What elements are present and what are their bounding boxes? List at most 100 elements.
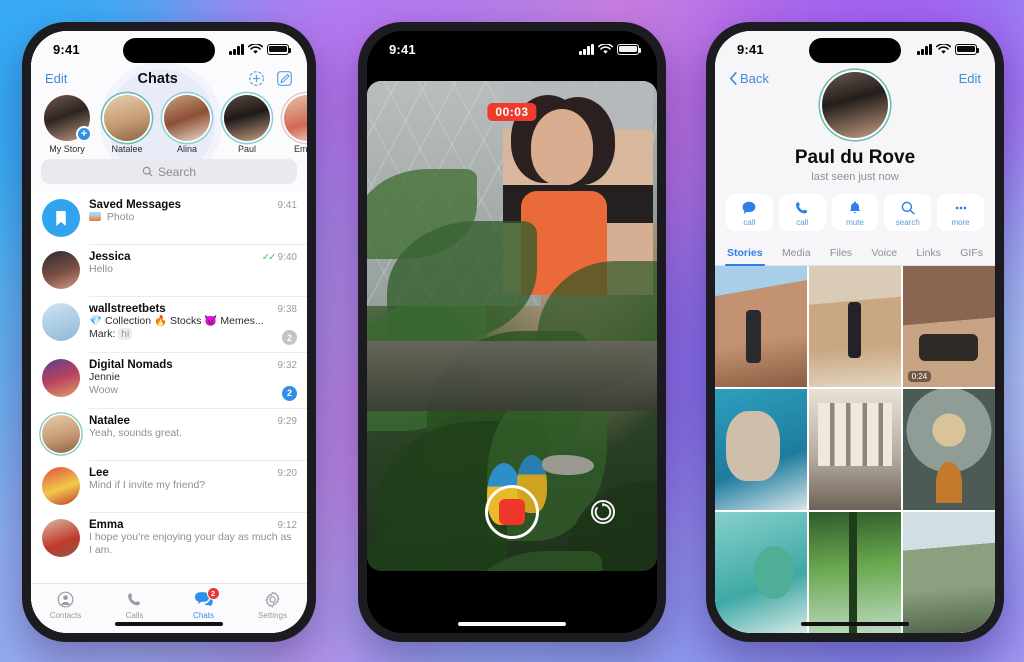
mute-button[interactable]: mute: [831, 194, 879, 231]
avatar: [42, 251, 80, 289]
table-row[interactable]: Saved Messages 9:41 Photo: [31, 192, 307, 244]
home-indicator: [801, 622, 909, 626]
avatar: [42, 303, 80, 341]
avatar: [42, 414, 80, 453]
chat-name: Digital Nomads: [89, 359, 173, 372]
camera-screen[interactable]: 9:41 00:03: [367, 31, 657, 633]
story-item-natalee[interactable]: Natalee: [101, 95, 153, 154]
chat-preview: I hope you’re enjoying your day as much …: [89, 530, 292, 556]
bell-icon: [849, 201, 861, 214]
photo-thumb-icon: [89, 212, 101, 221]
back-button[interactable]: Back: [729, 71, 769, 86]
avatar: [224, 95, 270, 141]
table-row[interactable]: wallstreetbets 9:38 💎 Collection 🔥 Stock…: [31, 296, 307, 352]
story-item-paul[interactable]: Paul: [221, 95, 273, 154]
chat-name: Lee: [89, 466, 109, 479]
chat-topics: 💎 Collection 🔥 Stocks 😈 Memes...: [89, 315, 264, 327]
action-label: more: [951, 218, 970, 227]
list-item[interactable]: [715, 511, 808, 633]
tab-media[interactable]: Media: [780, 240, 813, 265]
add-story-plus-icon[interactable]: +: [76, 126, 92, 142]
dynamic-island: [809, 38, 901, 63]
story-item-alina[interactable]: Alina: [161, 95, 213, 154]
tab-settings[interactable]: Settings: [238, 589, 307, 620]
search-input[interactable]: Search: [41, 159, 297, 184]
flip-camera-icon[interactable]: [591, 500, 615, 524]
wifi-icon: [936, 43, 951, 54]
story-item-my-story[interactable]: + My Story: [41, 95, 93, 154]
search-icon: [901, 201, 915, 215]
add-story-icon[interactable]: [248, 70, 265, 87]
profile-screen: 9:41 Back Edit Paul du Rove last seen ju…: [715, 31, 995, 633]
stories-row[interactable]: + My Story Natalee Alina Paul Em: [31, 89, 307, 157]
unread-badge: 2: [282, 385, 297, 401]
chats-nav-bar: Edit Chats: [31, 67, 307, 89]
tab-label: Settings: [258, 611, 287, 620]
more-button[interactable]: more: [937, 194, 984, 231]
avatar: [42, 518, 80, 557]
battery-icon: [955, 43, 980, 55]
camera-viewfinder[interactable]: 00:03: [367, 81, 657, 571]
profile-action-row[interactable]: call call mute search more: [715, 183, 995, 240]
bookmark-icon: [42, 199, 80, 237]
stop-icon: [499, 499, 525, 525]
tab-calls[interactable]: Calls: [100, 589, 169, 620]
back-label: Back: [740, 71, 769, 86]
media-grid[interactable]: 0:24: [715, 266, 995, 633]
tab-voice[interactable]: Voice: [869, 240, 899, 265]
message-button[interactable]: call: [726, 194, 773, 231]
call-button[interactable]: call: [778, 194, 826, 231]
contacts-icon: [31, 589, 100, 609]
chat-name: Saved Messages: [89, 199, 182, 211]
tab-badge: 2: [206, 587, 220, 600]
profile-tab-bar[interactable]: Stories Media Files Voice Links GIFs: [715, 240, 995, 267]
chat-list[interactable]: Saved Messages 9:41 Photo Jessica ✓✓ 9:4…: [31, 192, 307, 583]
list-item[interactable]: [808, 266, 902, 388]
home-indicator: [115, 622, 223, 626]
phone-camera: 9:41 00:03: [358, 22, 666, 642]
list-item[interactable]: [808, 388, 902, 511]
avatar[interactable]: [822, 72, 888, 138]
list-item[interactable]: 0:24: [902, 266, 995, 388]
table-row[interactable]: Natalee 9:29 Yeah, sounds great.: [31, 407, 307, 460]
tab-links[interactable]: Links: [914, 240, 943, 265]
chat-time: 9:40: [277, 252, 297, 263]
table-row[interactable]: Jessica ✓✓ 9:40 Hello: [31, 244, 307, 296]
story-item-emma[interactable]: Emma: [281, 95, 307, 154]
story-label: Alina: [176, 144, 197, 154]
story-label: Emma: [293, 144, 307, 154]
table-row[interactable]: Digital Nomads 9:32 Jennie Woow 2: [31, 352, 307, 407]
chat-name: Jessica: [89, 251, 131, 263]
page-title: Chats: [137, 70, 178, 87]
list-item[interactable]: [902, 511, 995, 633]
tab-contacts[interactable]: Contacts: [31, 589, 100, 620]
edit-button[interactable]: Edit: [45, 71, 67, 86]
chat-preview: Mind if I invite my friend?: [89, 478, 206, 491]
tab-gifs[interactable]: GIFs: [958, 240, 985, 265]
phone-icon: [100, 589, 169, 609]
stop-recording-button[interactable]: [485, 485, 539, 539]
tab-files[interactable]: Files: [828, 240, 854, 265]
story-label: Paul: [237, 144, 256, 154]
avatar: [42, 466, 80, 505]
list-item[interactable]: [715, 388, 808, 511]
list-item[interactable]: [808, 511, 902, 633]
chat-preview: Photo: [106, 211, 135, 223]
profile-status: last seen just now: [811, 171, 899, 183]
table-row[interactable]: Emma 9:12 I hope you’re enjoying your da…: [31, 511, 307, 564]
gear-icon: [238, 589, 307, 609]
compose-icon[interactable]: [276, 70, 293, 87]
chat-preview: Yeah, sounds great.: [89, 426, 183, 439]
chevron-left-icon: [729, 72, 737, 85]
list-item[interactable]: [715, 266, 808, 388]
phone-profile: 9:41 Back Edit Paul du Rove last seen ju…: [706, 22, 1004, 642]
table-row[interactable]: Lee 9:20 Mind if I invite my friend?: [31, 459, 307, 512]
edit-button[interactable]: Edit: [959, 71, 981, 86]
chats-screen: 9:41 Edit Chats + My Story Natalee Alina…: [31, 31, 307, 633]
tab-stories[interactable]: Stories: [725, 240, 765, 267]
tab-chats[interactable]: 2 Chats: [169, 587, 238, 620]
list-item[interactable]: [902, 388, 995, 511]
chat-time: 9:20: [277, 467, 297, 479]
chat-preview: Hello: [89, 263, 113, 275]
search-button[interactable]: search: [884, 194, 932, 231]
